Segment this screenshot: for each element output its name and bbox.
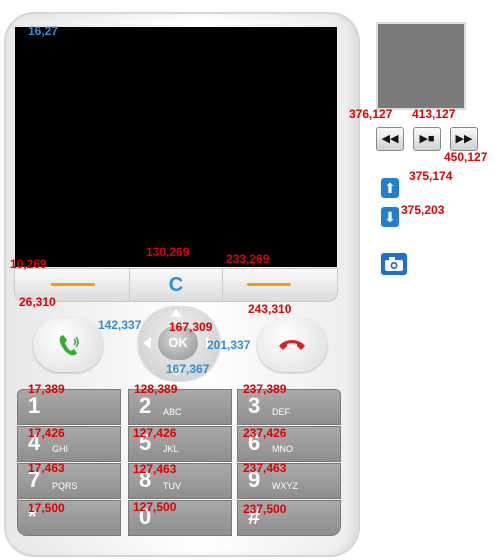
key-letters: MNO bbox=[272, 444, 293, 454]
camera-icon bbox=[385, 257, 403, 271]
coord-label-rewind: 376,127 bbox=[349, 107, 393, 121]
coord-label-keyhash: 237,500 bbox=[243, 502, 287, 516]
coord-label-key2: 128,389 bbox=[134, 382, 178, 396]
coord-label-dpad-left: 142,337 bbox=[98, 318, 142, 332]
coord-label-key3: 237,389 bbox=[243, 382, 287, 396]
key-letters: ABC bbox=[163, 407, 182, 417]
coord-label-call: 26,310 bbox=[19, 295, 56, 309]
end-call-button[interactable] bbox=[257, 318, 327, 372]
key-letters: TUV bbox=[163, 481, 181, 491]
coord-label-dpad-up: 167,309 bbox=[169, 320, 213, 334]
rewind-button[interactable]: ◀◀ bbox=[376, 127, 404, 151]
soft-key-right-indicator bbox=[247, 283, 291, 286]
key-letters: DEF bbox=[272, 407, 290, 417]
call-button[interactable] bbox=[33, 318, 103, 372]
coord-label-key1: 17,389 bbox=[28, 382, 65, 396]
coord-label-end: 243,310 bbox=[248, 302, 292, 316]
coord-label-soft-right: 233,269 bbox=[226, 252, 270, 266]
key-number: 3 bbox=[248, 393, 261, 418]
coord-label-soft-center: 130,269 bbox=[146, 245, 190, 259]
camera-button[interactable] bbox=[381, 253, 407, 275]
coord-label-keystar: 17,500 bbox=[28, 501, 65, 515]
key-number: 2 bbox=[139, 393, 152, 418]
coord-label-key5: 127,426 bbox=[133, 426, 177, 440]
coord-label-key8: 127,463 bbox=[133, 462, 177, 476]
coord-label-key9: 237,463 bbox=[243, 461, 287, 475]
play-stop-button[interactable]: ▶■ bbox=[413, 127, 441, 151]
clear-button[interactable]: C bbox=[129, 268, 223, 302]
fast-forward-button[interactable]: ▶▶ bbox=[450, 127, 478, 151]
clear-label: C bbox=[168, 274, 184, 296]
coord-label-key0: 127,500 bbox=[133, 500, 177, 514]
key-letters: WXYZ bbox=[272, 481, 298, 491]
scroll-up-button[interactable]: ⬆ bbox=[381, 178, 399, 198]
dpad-up-arrow-icon[interactable] bbox=[170, 309, 182, 317]
coord-label-scroll-up: 375,174 bbox=[409, 169, 453, 183]
coord-label-screen: 16,27 bbox=[28, 24, 59, 38]
key-letters: PQRS bbox=[52, 481, 78, 491]
arrow-up-icon: ⬆ bbox=[384, 180, 396, 196]
phone-call-icon bbox=[59, 335, 79, 356]
coord-label-ffw: 450,127 bbox=[444, 150, 488, 164]
dpad-left-arrow-icon[interactable] bbox=[143, 337, 151, 349]
phone-screen[interactable] bbox=[15, 27, 337, 267]
phone-end-icon bbox=[279, 340, 305, 350]
scroll-down-button[interactable]: ⬇ bbox=[381, 207, 399, 227]
key-number: 1 bbox=[28, 393, 41, 418]
soft-key-left-indicator bbox=[51, 283, 95, 286]
video-preview bbox=[376, 22, 466, 110]
coord-label-scroll-down: 375,203 bbox=[401, 203, 445, 217]
soft-key-right[interactable] bbox=[222, 268, 338, 302]
coord-label-dpad-down: 167,367 bbox=[166, 362, 210, 376]
arrow-down-icon: ⬇ bbox=[384, 209, 396, 225]
rewind-icon: ◀◀ bbox=[381, 133, 399, 145]
key-letters: GHI bbox=[52, 444, 69, 454]
play-stop-icon: ▶■ bbox=[419, 133, 435, 145]
coord-label-key4: 17,426 bbox=[28, 426, 65, 440]
coord-label-key6: 237,426 bbox=[243, 426, 287, 440]
key-letters: JKL bbox=[163, 444, 179, 454]
coord-label-play: 413,127 bbox=[412, 107, 456, 121]
coord-label-key7: 17,463 bbox=[28, 461, 65, 475]
coord-label-soft-left: 10,269 bbox=[10, 257, 47, 271]
fast-forward-icon: ▶▶ bbox=[455, 133, 473, 145]
coord-label-dpad-right: 201,337 bbox=[207, 338, 251, 352]
